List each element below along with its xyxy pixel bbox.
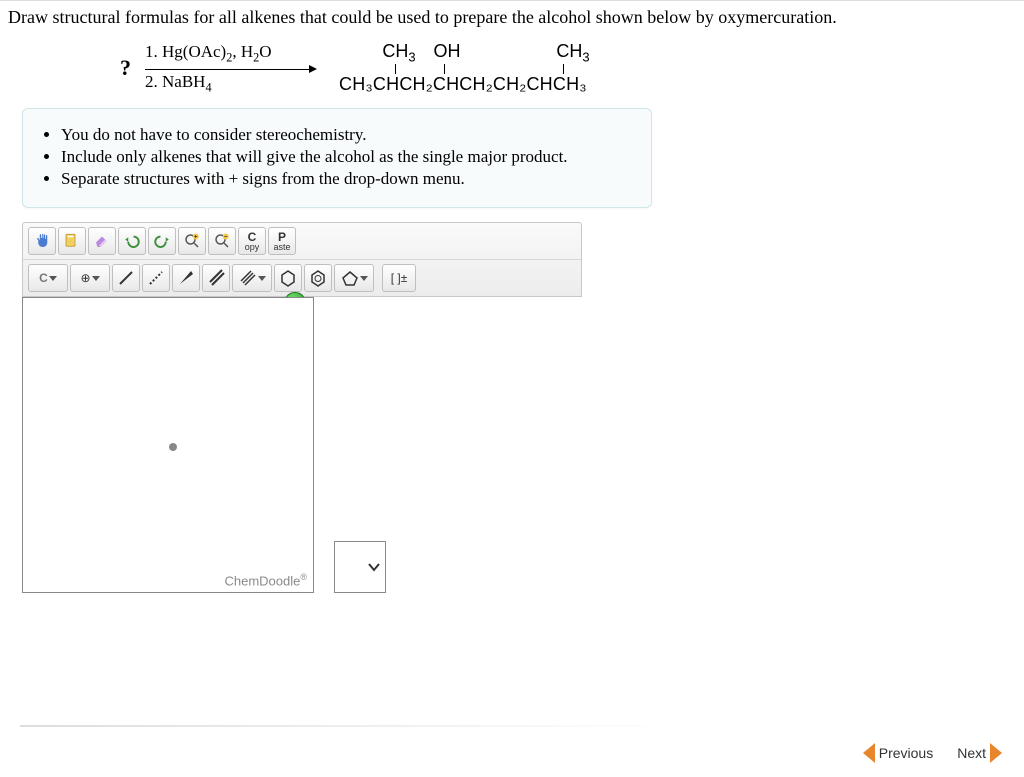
paste-button[interactable]: P aste <box>268 227 296 255</box>
unknown-reactant: ? <box>120 55 131 81</box>
ring-picker[interactable] <box>334 264 374 292</box>
hand-tool[interactable] <box>28 227 56 255</box>
hint-item: You do not have to consider stereochemis… <box>61 125 633 145</box>
cyclohexane-tool[interactable] <box>274 264 302 292</box>
element-picker[interactable]: C <box>28 264 68 292</box>
lasso-tool[interactable] <box>58 227 86 255</box>
footer-navigation: Previous Next <box>863 743 1002 763</box>
copy-button[interactable]: C opy <box>238 227 266 255</box>
chevron-left-icon <box>863 743 875 763</box>
benzene-tool[interactable] <box>304 264 332 292</box>
single-bond-tool[interactable] <box>112 264 140 292</box>
chevron-down-icon <box>49 276 57 281</box>
drawing-canvas[interactable]: ChemDoodle® <box>22 297 314 593</box>
product-structure: CH3 OH CH3 CH₃CHCH₂CHCH₂CH₂CHCH₃ <box>339 41 601 96</box>
chemdoodle-brand: ChemDoodle® <box>224 572 307 588</box>
next-button[interactable]: Next <box>957 743 1002 763</box>
double-bond-tool[interactable] <box>202 264 230 292</box>
chevron-down-icon <box>360 276 368 281</box>
chevron-down-icon <box>367 560 381 574</box>
chevron-down-icon <box>92 276 100 281</box>
undo-button[interactable] <box>118 227 146 255</box>
reaction-scheme: ? 1. Hg(OAc)2, H2O 2. NaBH4 CH3 OH CH3 C… <box>120 40 1024 96</box>
operator-dropdown[interactable] <box>334 541 386 593</box>
reagents: 1. Hg(OAc)2, H2O 2. NaBH4 <box>145 40 315 96</box>
canvas-start-atom[interactable] <box>169 443 177 451</box>
chevron-down-icon <box>258 276 266 281</box>
editor-toolbar: C opy P aste C ⊕ <box>22 222 582 297</box>
bracket-charge-tool[interactable]: [ ]± <box>382 264 416 292</box>
previous-button[interactable]: Previous <box>863 743 933 763</box>
charge-picker[interactable]: ⊕ <box>70 264 110 292</box>
hint-item: Include only alkenes that will give the … <box>61 147 633 167</box>
question-prompt: Draw structural formulas for all alkenes… <box>0 1 1024 38</box>
chevron-right-icon <box>990 743 1002 763</box>
eraser-tool[interactable] <box>88 227 116 255</box>
zoom-in-button[interactable] <box>178 227 206 255</box>
wedge-bond-tool[interactable] <box>172 264 200 292</box>
zoom-out-button[interactable] <box>208 227 236 255</box>
recessed-bond-tool[interactable] <box>142 264 170 292</box>
structure-editor: C opy P aste C ⊕ <box>22 222 672 593</box>
triple-bond-picker[interactable] <box>232 264 272 292</box>
hint-item: Separate structures with + signs from th… <box>61 169 633 189</box>
redo-button[interactable] <box>148 227 176 255</box>
instructions-box: You do not have to consider stereochemis… <box>22 108 652 208</box>
